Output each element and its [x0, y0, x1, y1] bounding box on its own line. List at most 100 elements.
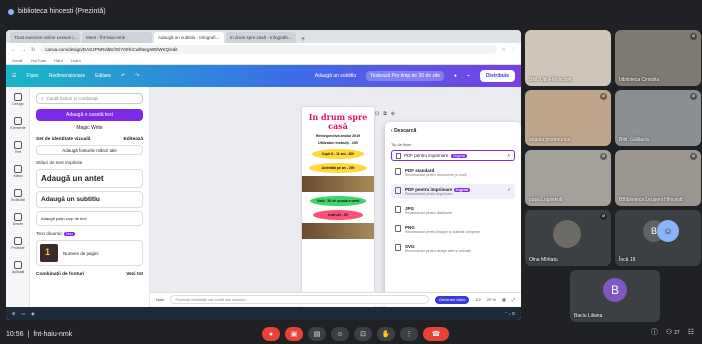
people-icon[interactable]: ⚇ 27	[666, 328, 680, 336]
share-button[interactable]: Distribuie	[479, 70, 515, 82]
new-tab-icon[interactable]: +	[298, 36, 308, 43]
try-pro-button[interactable]: Testează Pro timp de 30 de zile	[366, 71, 444, 81]
chat-icon[interactable]: ☷	[688, 328, 694, 336]
add-brand-fonts-button[interactable]: Adaugă fonturile mărcii tale	[36, 145, 143, 155]
rail-elements[interactable]: Elemente	[6, 111, 30, 135]
rail-brand[interactable]: Mărci	[6, 159, 30, 183]
stat-oval[interactable]: Viziți - 50 de școala a venit	[310, 195, 366, 206]
grid-view-icon[interactable]: ▦	[502, 297, 506, 302]
info-icon[interactable]: ⓘ	[651, 327, 658, 337]
address-bar-row: ← → ↻ canva.com/design/DAGzPNRvtbE/IGlY0…	[6, 43, 521, 56]
browser-tab[interactable]: Meet - fht-haiu-nmk	[82, 32, 152, 43]
add-heading-button[interactable]: Adaugă un antet	[36, 169, 143, 188]
document-title[interactable]: Adaugă un subtitlu	[315, 73, 356, 79]
photo-image[interactable]	[302, 175, 374, 192]
file-type-option[interactable]: JPG Recomandat pentru distribuire	[391, 203, 515, 218]
bookmark-item[interactable]: Hărți	[54, 58, 62, 63]
end-call-button[interactable]: ☎	[423, 327, 449, 341]
taskview-icon[interactable]: ▭	[21, 311, 25, 316]
resize-button[interactable]: Redimensionare	[49, 73, 85, 79]
user-avatar-icon[interactable]: ●	[454, 73, 457, 79]
browser-tab-active[interactable]: Adaugă un subtitlu - Infografi...	[154, 32, 224, 43]
browser-tab[interactable]: Trust exercise online Lesson (...	[10, 32, 80, 43]
design-page[interactable]: In drum spre casă Retrospectiva anului 20…	[302, 107, 374, 307]
file-type-option[interactable]: SVG Recomandat pentru design web și anima…	[391, 241, 515, 256]
stat-oval[interactable]: Activități pe an - 290	[309, 162, 367, 173]
bookmark-item[interactable]: Gmail	[12, 58, 22, 63]
add-body-button[interactable]: Adaugă puțin corp de text	[36, 211, 143, 226]
rail-uploads[interactable]: Încărcări	[6, 183, 30, 207]
more-options-button[interactable]: ⋮	[400, 327, 418, 341]
camera-button[interactable]: ▣	[285, 327, 303, 341]
analytics-icon[interactable]: ⌁	[467, 73, 470, 79]
reload-icon[interactable]: ↻	[31, 47, 35, 53]
file-menu[interactable]: Fișier	[26, 73, 38, 79]
bookmark-star-icon[interactable]: ☆	[502, 47, 506, 53]
see-all-link[interactable]: Vezi tot	[126, 272, 143, 277]
zoom-level[interactable]: 29 %	[487, 297, 496, 302]
participant-tile[interactable]: ⌀ BBiblioteca Leușeni Hîncești	[615, 150, 701, 206]
start-icon[interactable]: ⊞	[12, 311, 15, 316]
participant-tile[interactable]: ⌀ Bibl. Gălăuca	[615, 90, 701, 146]
rail-text[interactable]: Text	[6, 135, 30, 159]
file-type-option[interactable]: PNG Recomandat pentru imagini și ilustraț…	[391, 222, 515, 237]
url-field[interactable]: canva.com/design/DAGzPNRvtbE/IGlY0rfKiCw…	[40, 45, 497, 54]
raise-hand-button[interactable]: ✋	[377, 327, 395, 341]
brand-kit-row: Set de identitate vizuală Editează	[36, 137, 143, 142]
meeting-title-text: biblioteca hincesti (Prezintă)	[18, 8, 106, 15]
file-type-option-selected[interactable]: PDF pentru imprimare Sugerat Recomandat p…	[391, 184, 515, 199]
tray-icons[interactable]: ⌃ ♪ ⊡	[504, 311, 515, 316]
page-subtitle-2[interactable]: Utilizatori instruiți - 250	[302, 141, 374, 145]
lock-icon[interactable]: ⊡	[375, 111, 379, 117]
prompt-input[interactable]: Pronunță meditațiile sau schiță sau dese…	[170, 295, 430, 304]
avatar: ☺	[657, 220, 679, 242]
back-icon[interactable]: ←	[11, 47, 16, 53]
duplicate-icon[interactable]: ⧉	[383, 111, 387, 117]
add-textbox-button[interactable]: Adaugă o casetă text	[36, 109, 143, 121]
file-icon	[396, 152, 401, 159]
chrome-icon[interactable]: ◉	[31, 311, 35, 316]
page-counter[interactable]: 1/2	[475, 297, 481, 302]
browser-tab[interactable]: In drum spre casă - Infografic...	[226, 32, 296, 43]
file-type-select[interactable]: PDF pentru imprimare Sugerat ˄	[391, 150, 515, 161]
hamburger-icon[interactable]: ☰	[12, 73, 16, 79]
stat-oval[interactable]: Instruiri - 25	[313, 209, 363, 220]
bookmark-item[interactable]: Learn	[71, 58, 81, 63]
font-search-input[interactable]: ⌕ Caută fonturi și combinații	[36, 93, 143, 104]
present-button[interactable]: ⊡	[354, 327, 372, 341]
bookmark-item[interactable]: YouTube	[30, 58, 46, 63]
brand-edit-link[interactable]: Editează	[124, 137, 143, 142]
rail-projects[interactable]: Proiecte	[6, 231, 30, 255]
mic-button[interactable]: ●	[262, 327, 280, 341]
rail-draw[interactable]: Desen	[6, 207, 30, 231]
add-page-icon[interactable]: ⊕	[391, 111, 395, 117]
page-title[interactable]: In drum spre casă	[302, 113, 374, 131]
participant-tile[interactable]: ⌀ pușa Logiinkoli	[525, 150, 611, 206]
file-type-option[interactable]: PDF standard Recomandat pentru documente …	[391, 165, 515, 180]
emoji-button[interactable]: ☺	[331, 327, 349, 341]
page-numbers-card[interactable]: Numere de pagini	[36, 240, 143, 266]
more-participants-tile[interactable]: B ☺ Încă 18	[615, 210, 701, 266]
participant-tile[interactable]: ⌀ angela postoronca	[525, 90, 611, 146]
photo-image[interactable]	[302, 222, 374, 239]
fullscreen-icon[interactable]: ⤢	[512, 297, 515, 302]
magic-write-button[interactable]: Magic Write	[36, 125, 143, 131]
participant-tile[interactable]: Bibl. Uțiul-Moscovit	[525, 30, 611, 86]
menu-icon[interactable]: ⋮	[511, 47, 516, 53]
redo-icon[interactable]: ↷	[135, 73, 139, 79]
captions-button[interactable]: ▤	[308, 327, 326, 341]
self-view-tile[interactable]: B Baciu Liliana	[570, 270, 660, 322]
page-subtitle[interactable]: Retrospectiva anului 2019	[302, 134, 374, 138]
generate-button[interactable]: Generare video	[435, 295, 470, 304]
participant-tile[interactable]: ⌀ Olna Mîritatu	[525, 210, 611, 266]
stat-oval[interactable]: Copii 6 - 11 ani - 300	[312, 148, 364, 159]
edit-mode-button[interactable]: Editare	[95, 73, 111, 79]
rail-design[interactable]: Design	[6, 87, 30, 111]
participant-tile[interactable]: ⌀ biblioteca Cimișlia	[615, 30, 701, 86]
download-back-button[interactable]: ‹ Descarcă	[391, 128, 515, 134]
notes-button[interactable]: Note	[156, 297, 164, 302]
forward-icon[interactable]: →	[21, 47, 26, 53]
rail-apps[interactable]: Aplicații	[6, 255, 30, 279]
undo-icon[interactable]: ↶	[121, 73, 125, 79]
add-subheading-button[interactable]: Adaugă un subtitlu	[36, 191, 143, 208]
